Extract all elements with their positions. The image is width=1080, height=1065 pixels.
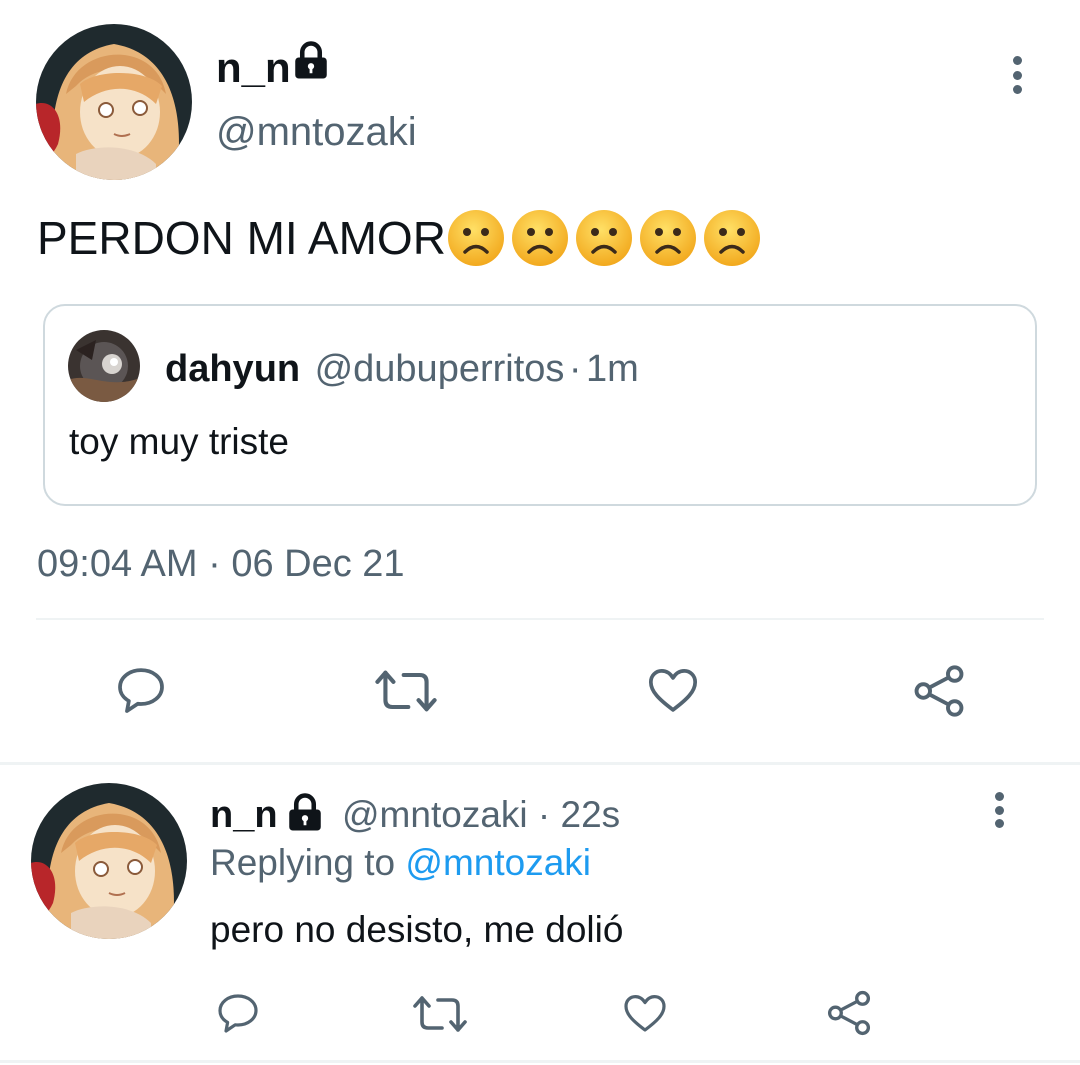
share-icon[interactable] xyxy=(824,988,874,1038)
more-options-icon[interactable] xyxy=(1010,56,1024,94)
emoji-group xyxy=(446,208,762,268)
quoted-author-display-name[interactable]: dahyun xyxy=(165,348,300,390)
quoted-time[interactable]: 1m xyxy=(586,348,639,390)
quoted-author-handle[interactable]: @dubuperritos xyxy=(315,348,565,390)
quoted-author-avatar[interactable] xyxy=(68,330,140,402)
frowning-face-emoji xyxy=(702,208,762,268)
reply-text: pero no desisto, me dolió xyxy=(210,909,624,950)
reply-separator: · xyxy=(537,794,551,835)
section-divider xyxy=(0,762,1080,765)
reply-author-handle[interactable]: @mntozaki xyxy=(342,794,528,835)
more-options-icon[interactable] xyxy=(992,792,1006,828)
divider xyxy=(36,618,1044,620)
reply-icon[interactable] xyxy=(214,989,262,1037)
tweet-date[interactable]: 06 Dec 21 xyxy=(231,543,404,585)
frowning-face-emoji xyxy=(638,208,698,268)
reply-icon[interactable] xyxy=(113,662,169,718)
quoted-separator: · xyxy=(568,348,582,390)
frowning-face-emoji xyxy=(574,208,634,268)
like-icon[interactable] xyxy=(620,989,670,1037)
lock-icon xyxy=(284,792,326,834)
author-handle[interactable]: @mntozaki xyxy=(216,112,417,152)
like-icon[interactable] xyxy=(644,662,702,718)
bottom-divider xyxy=(0,1060,1080,1063)
author-display-name[interactable]: n_n xyxy=(216,47,291,89)
quoted-tweet-header: dahyun @dubuperritos · 1m xyxy=(165,348,639,391)
reply-meta: @mntozaki · 22s xyxy=(342,796,620,833)
tweet-time[interactable]: 09:04 AM xyxy=(37,543,198,585)
tweet-timestamp: 09:04 AM · 06 Dec 21 xyxy=(37,543,405,586)
tweet-text-content: PERDON MI AMOR xyxy=(37,212,446,264)
reply-author-display-name[interactable]: n_n xyxy=(210,794,278,836)
lock-icon xyxy=(290,40,332,82)
frowning-face-emoji xyxy=(510,208,570,268)
replying-to-line: Replying to @mntozaki xyxy=(210,844,591,881)
reply-header: n_n xyxy=(210,796,278,834)
reply-author-avatar[interactable] xyxy=(31,783,187,939)
quoted-tweet-card[interactable] xyxy=(43,304,1037,506)
replying-to-prefix: Replying to xyxy=(210,842,396,883)
share-icon[interactable] xyxy=(910,662,968,720)
frowning-face-emoji xyxy=(446,208,506,268)
retweet-icon[interactable] xyxy=(374,663,438,719)
tweet-text: PERDON MI AMOR xyxy=(37,208,762,268)
author-avatar[interactable] xyxy=(36,24,192,180)
replying-to-mention[interactable]: @mntozaki xyxy=(405,842,591,883)
timestamp-separator: · xyxy=(208,543,221,585)
reply-time[interactable]: 22s xyxy=(561,794,621,835)
retweet-icon[interactable] xyxy=(412,990,468,1038)
quoted-tweet-text: toy muy triste xyxy=(69,421,289,462)
